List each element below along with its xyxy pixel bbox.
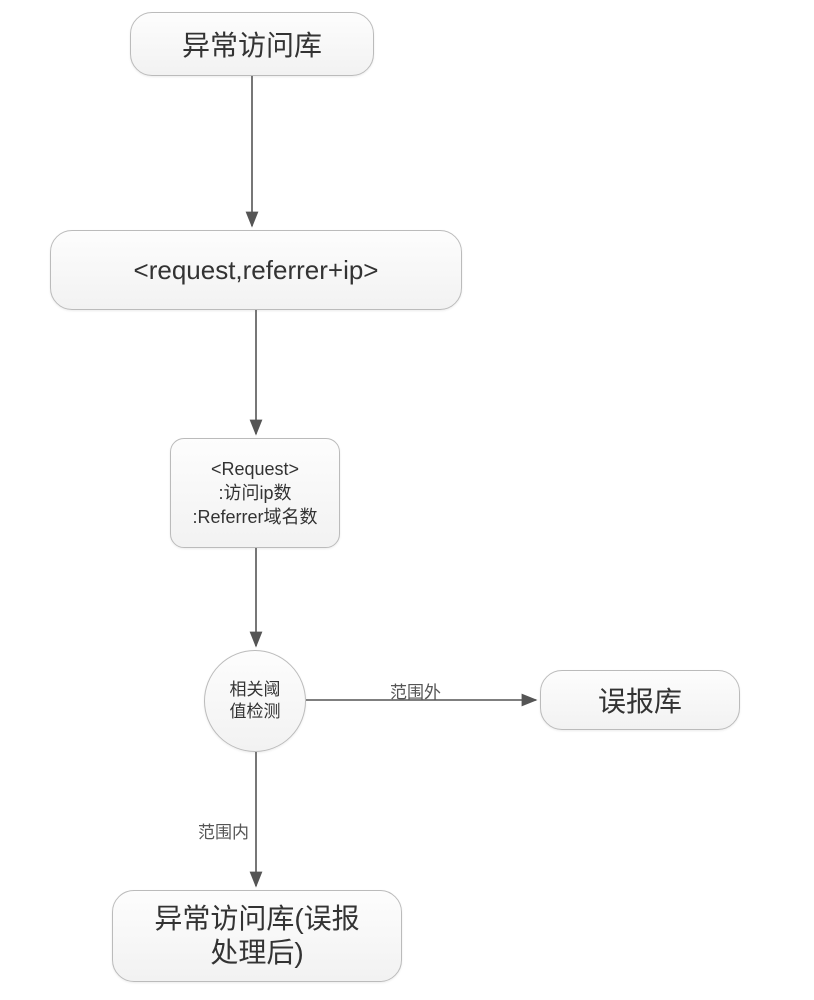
node-label: 相关阈 值检测	[230, 679, 281, 723]
node-label: <request,referrer+ip>	[134, 255, 379, 286]
node-request-stats: <Request> :访问ip数 :Referrer域名数	[170, 438, 340, 548]
edge-label-out-of-range: 范围外	[390, 678, 441, 703]
node-threshold-check: 相关阈 值检测	[204, 650, 306, 752]
node-label: <Request> :访问ip数 :Referrer域名数	[192, 457, 317, 530]
node-abnormal-access-db-processed: 异常访问库(误报 处理后)	[112, 890, 402, 982]
node-label: 异常访问库	[182, 24, 322, 64]
node-label: 误报库	[598, 680, 682, 720]
node-false-positive-db: 误报库	[540, 670, 740, 730]
flow-arrows	[0, 0, 814, 1000]
edge-label-in-range: 范围内	[198, 818, 249, 843]
node-abnormal-access-db: 异常访问库	[130, 12, 374, 76]
node-label: 异常访问库(误报 处理后)	[154, 902, 359, 969]
node-request-referrer-ip: <request,referrer+ip>	[50, 230, 462, 310]
